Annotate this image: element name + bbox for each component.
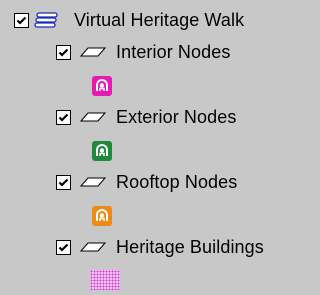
layer-label: Rooftop Nodes — [116, 172, 238, 192]
dotted-fill-swatch — [90, 270, 120, 290]
layer-checkbox[interactable] — [56, 239, 71, 255]
polygon-layer-icon — [79, 240, 107, 254]
layer-label: Interior Nodes — [116, 42, 231, 62]
layer-label: Exterior Nodes — [116, 107, 237, 127]
layer-group-label: Virtual Heritage Walk — [74, 10, 245, 30]
layer-row-exterior-nodes[interactable]: Exterior Nodes — [56, 101, 236, 133]
layer-tree-panel: Virtual Heritage Walk Interior Nodes Ext… — [0, 0, 311, 295]
stacked-layers-icon — [34, 11, 60, 29]
layer-label: Heritage Buildings — [116, 237, 264, 257]
polygon-layer-icon — [79, 175, 107, 189]
layer-checkbox[interactable] — [56, 174, 71, 190]
layer-row-rooftop-nodes[interactable]: Rooftop Nodes — [56, 166, 237, 198]
polygon-layer-icon — [79, 45, 107, 59]
layer-group-checkbox[interactable] — [14, 12, 29, 28]
marker-icon — [92, 206, 112, 226]
polygon-layer-icon — [79, 110, 107, 124]
layer-checkbox[interactable] — [56, 44, 71, 60]
layer-row-heritage-buildings[interactable]: Heritage Buildings — [56, 231, 264, 263]
marker-icon — [92, 141, 112, 161]
marker-icon — [92, 76, 112, 96]
layer-group-row[interactable]: Virtual Heritage Walk — [14, 4, 244, 36]
layer-row-interior-nodes[interactable]: Interior Nodes — [56, 36, 230, 68]
layer-checkbox[interactable] — [56, 109, 71, 125]
